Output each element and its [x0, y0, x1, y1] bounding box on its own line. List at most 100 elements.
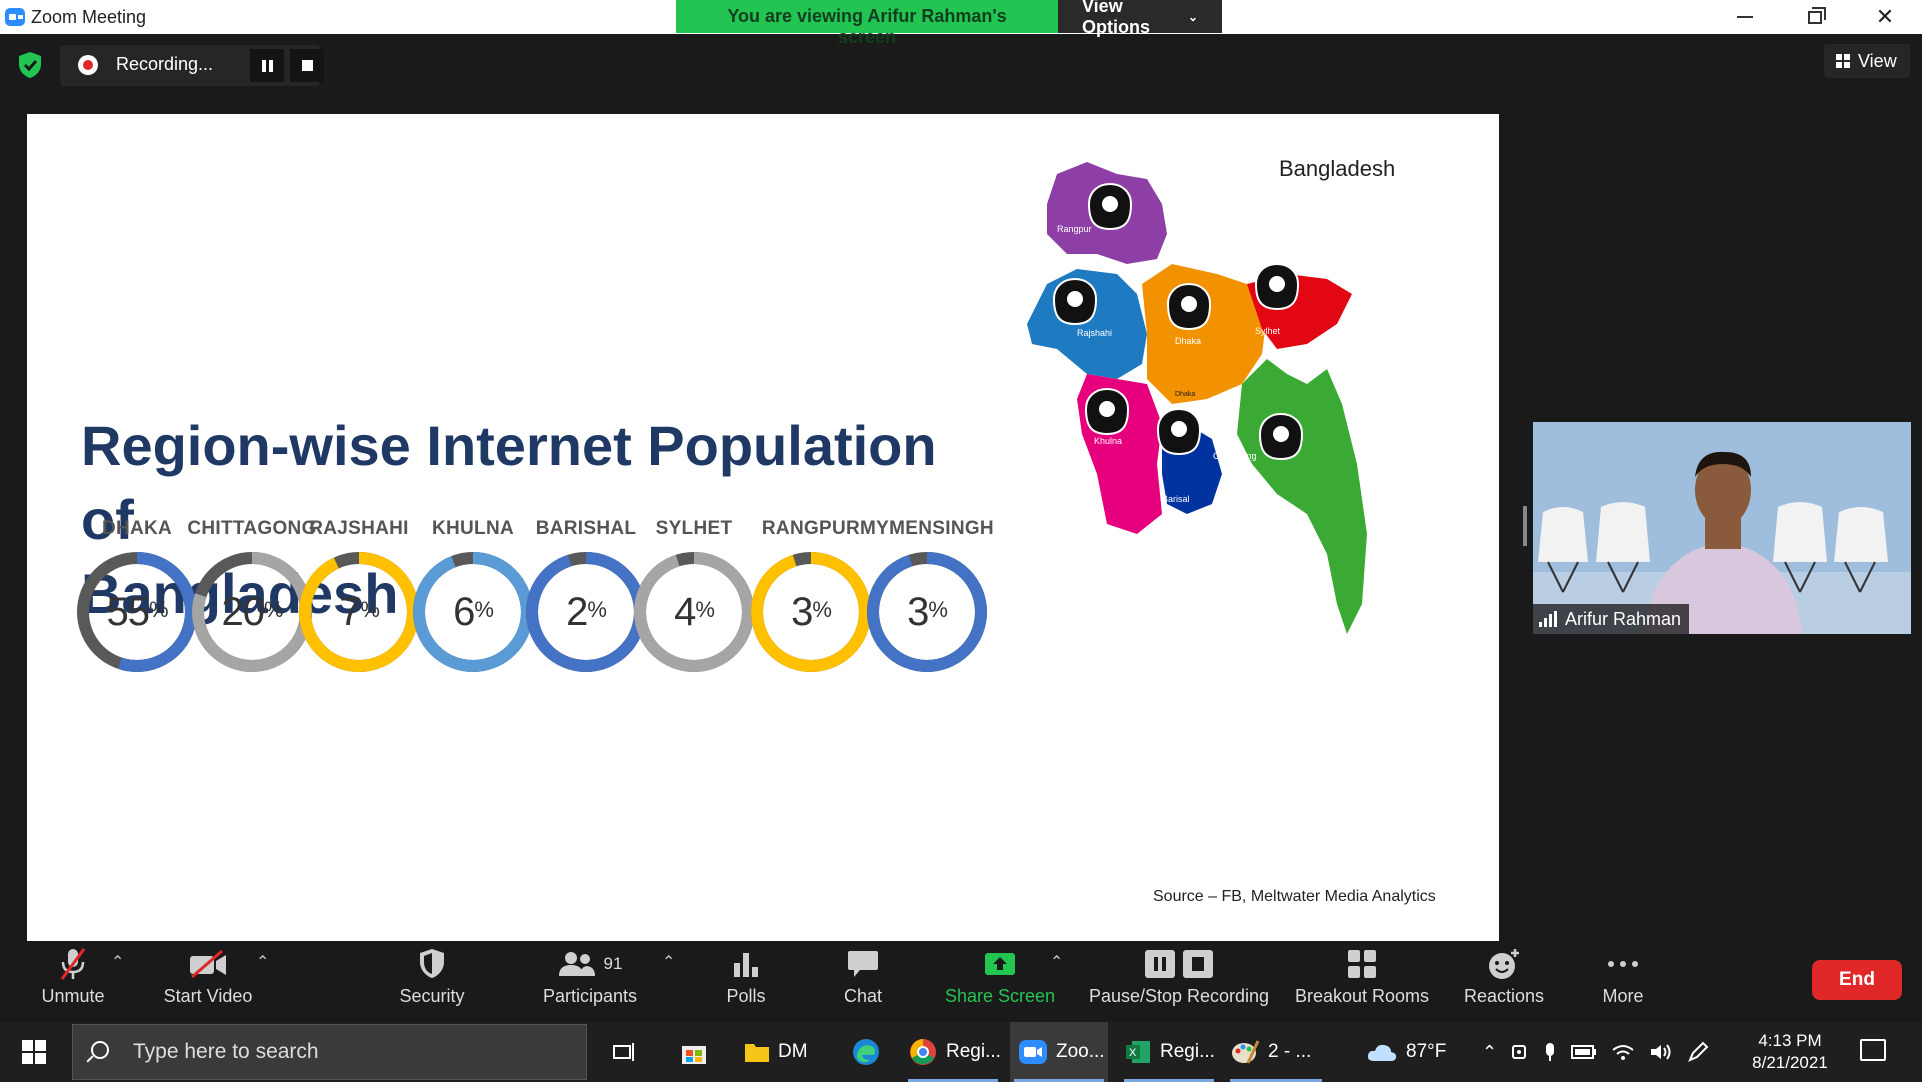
map-label-rangpur: Rangpur	[1057, 224, 1092, 234]
zoom-icon	[1019, 1040, 1047, 1064]
breakout-rooms-button[interactable]: Breakout Rooms	[1290, 942, 1434, 1022]
taskbar-item-excel[interactable]: X Regi...	[1120, 1022, 1218, 1082]
muted-microphone-icon	[60, 948, 86, 980]
taskbar-item-label: Regi...	[1160, 1041, 1215, 1062]
participant-video-tile[interactable]: Arifur Rahman	[1533, 422, 1911, 634]
search-placeholder: Type here to search	[133, 1040, 319, 1063]
recording-indicator: Recording...	[60, 45, 324, 86]
map-label-barisal: Barisal	[1162, 494, 1190, 504]
audio-options-caret-icon[interactable]: ⌃	[111, 952, 124, 972]
minimize-button[interactable]	[1716, 2, 1774, 32]
battery-icon[interactable]	[1571, 1044, 1597, 1060]
pause-icon	[1145, 950, 1175, 978]
participant-video-feed	[1533, 422, 1911, 634]
view-button[interactable]: View	[1824, 44, 1910, 78]
share-screen-button[interactable]: Share Screen	[942, 942, 1058, 1022]
unmute-button[interactable]: Unmute	[28, 942, 118, 1022]
chat-button[interactable]: Chat	[828, 942, 898, 1022]
donut-value-number: 55	[106, 589, 149, 634]
wifi-icon[interactable]	[1611, 1042, 1635, 1062]
participants-button[interactable]: 91 Participants	[535, 942, 645, 1022]
unmute-label: Unmute	[41, 986, 105, 1006]
paint-icon	[1232, 1040, 1260, 1064]
reactions-label: Reactions	[1463, 986, 1545, 1006]
end-meeting-button[interactable]: End	[1812, 960, 1902, 1000]
pause-recording-button[interactable]	[250, 49, 284, 82]
donut-value-unit: %	[928, 597, 948, 622]
taskbar-item-paint[interactable]: 2 - ...	[1226, 1022, 1326, 1082]
taskbar-item-label: Zoo...	[1056, 1041, 1105, 1062]
taskbar-item-explorer[interactable]: DM	[740, 1022, 820, 1082]
start-video-label: Start Video	[163, 986, 253, 1006]
donut-value-number: 20	[221, 589, 264, 634]
participants-options-caret-icon[interactable]: ⌃	[662, 952, 675, 972]
taskbar-item-zoom[interactable]: Zoo...	[1010, 1022, 1108, 1082]
video-options-caret-icon[interactable]: ⌃	[256, 952, 269, 972]
chat-label: Chat	[843, 986, 883, 1006]
weather-temp: 87°F	[1406, 1041, 1447, 1062]
reactions-smiley-icon	[1489, 949, 1519, 979]
pause-stop-recording-button[interactable]: Pause/Stop Recording	[1086, 942, 1272, 1022]
donut-value-number: 3	[907, 589, 929, 634]
reactions-button[interactable]: Reactions	[1456, 942, 1552, 1022]
more-label: More	[1602, 986, 1644, 1006]
screen-share-banner: You are viewing Arifur Rahman's screen V…	[676, 0, 1222, 47]
donut-value-unit: %	[695, 597, 715, 622]
weather-widget[interactable]: 87°F	[1366, 1022, 1446, 1082]
donut-value-unit: %	[474, 597, 494, 622]
search-icon	[91, 1041, 109, 1059]
microsoft-store-icon[interactable]	[672, 1022, 716, 1082]
taskbar-search-box[interactable]: Type here to search	[72, 1024, 587, 1080]
excel-icon: X	[1126, 1041, 1150, 1063]
minimize-icon	[1737, 16, 1753, 18]
speaker-icon[interactable]	[1649, 1042, 1673, 1062]
system-tray: ⌃	[1482, 1022, 1709, 1082]
security-button[interactable]: Security	[392, 942, 472, 1022]
encryption-shield-icon[interactable]	[16, 50, 44, 80]
microphone-icon[interactable]	[1543, 1041, 1557, 1063]
donut-value-label: 3%	[865, 550, 989, 674]
taskbar-item-chrome[interactable]: Regi...	[904, 1022, 1002, 1082]
folder-icon	[745, 1044, 769, 1062]
pause-stop-recording-label: Pause/Stop Recording	[1088, 986, 1270, 1006]
recording-label: Recording...	[116, 54, 214, 74]
more-button[interactable]: More	[1588, 942, 1658, 1022]
donut-value-unit: %	[148, 597, 169, 622]
participant-name: Arifur Rahman	[1565, 608, 1682, 629]
restore-button[interactable]	[1786, 2, 1844, 32]
participants-label: Participants	[542, 986, 638, 1006]
notification-icon[interactable]	[1860, 1039, 1886, 1061]
clock[interactable]: 4:13 PM 8/21/2021	[1735, 1030, 1845, 1074]
share-screen-label: Share Screen	[944, 986, 1056, 1006]
donut-value-unit: %	[360, 597, 380, 622]
donut-value-number: 7	[339, 589, 361, 634]
stop-recording-button[interactable]	[290, 49, 324, 82]
polls-button[interactable]: Polls	[707, 942, 785, 1022]
donut-value-unit: %	[587, 597, 607, 622]
start-video-button[interactable]: Start Video	[158, 942, 258, 1022]
participant-name-tag: Arifur Rahman	[1533, 604, 1690, 634]
security-label: Security	[399, 986, 465, 1006]
zoom-logo-icon	[5, 8, 25, 26]
polls-icon	[734, 953, 758, 977]
participants-count: 91	[603, 954, 623, 973]
pen-icon[interactable]	[1687, 1041, 1709, 1063]
close-button[interactable]: ✕	[1856, 2, 1914, 32]
show-hidden-icons-icon[interactable]: ⌃	[1482, 1042, 1497, 1063]
windows-taskbar: Type here to search DM Regi... Zoo... X …	[0, 1022, 1922, 1082]
donut-value-number: 2	[566, 589, 588, 634]
bangladesh-map: Rangpur Rajshahi Dhaka Sylhet Khulna Bar…	[1027, 162, 1367, 634]
breakout-rooms-icon	[1348, 950, 1376, 978]
panel-resize-handle[interactable]	[1523, 506, 1527, 546]
signal-strength-icon	[1539, 611, 1557, 627]
chat-bubble-icon	[848, 951, 878, 977]
recording-dot-icon	[78, 55, 98, 75]
windows-start-icon[interactable]	[22, 1040, 46, 1064]
map-label-rajshahi: Rajshahi	[1077, 328, 1112, 338]
share-options-caret-icon[interactable]: ⌃	[1050, 952, 1063, 972]
view-options-button[interactable]: View Options ⌄	[1058, 0, 1222, 37]
edge-browser-icon[interactable]	[844, 1022, 888, 1082]
meet-now-icon[interactable]	[1511, 1042, 1529, 1062]
view-options-label: View Options	[1082, 0, 1150, 37]
task-view-icon[interactable]	[604, 1022, 644, 1082]
